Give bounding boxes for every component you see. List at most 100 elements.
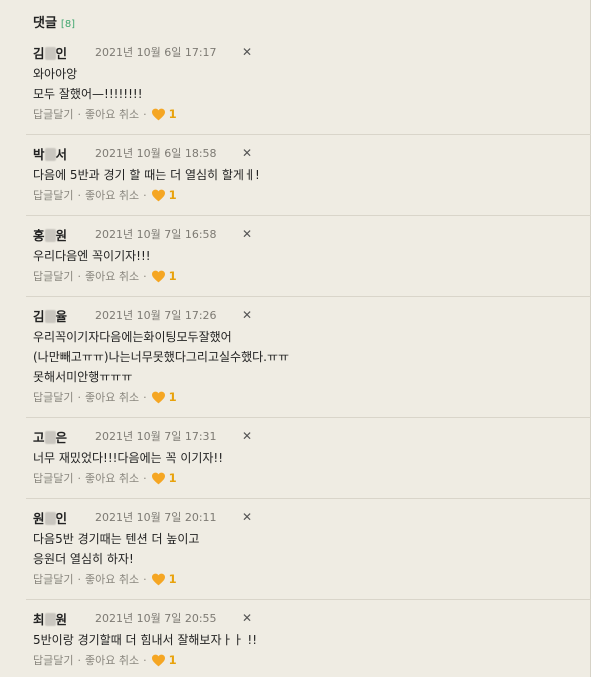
delete-comment-button[interactable]: ✕: [242, 429, 252, 443]
comment-timestamp: 2021년 10월 6일 18:58: [95, 147, 217, 160]
reply-button[interactable]: 답글달기: [33, 470, 73, 486]
redacted-name: [44, 46, 56, 60]
comment-actions: 답글달기 · 좋아요 취소 · 1: [33, 388, 586, 406]
delete-comment-button[interactable]: ✕: [242, 308, 252, 322]
heart-icon: [151, 573, 165, 585]
like-count: 1: [168, 471, 177, 485]
comment-header: 박 서 2021년 10월 6일 18:58 ✕: [33, 144, 586, 163]
reply-button[interactable]: 답글달기: [33, 268, 73, 284]
like-count: 1: [168, 188, 177, 202]
comment-timestamp: 2021년 10월 7일 17:26: [95, 309, 217, 322]
separator: ·: [77, 107, 81, 121]
reply-button[interactable]: 답글달기: [33, 389, 73, 405]
comment-actions: 답글달기 · 좋아요 취소 · 1: [33, 105, 586, 123]
separator: ·: [77, 390, 81, 404]
comment-timestamp: 2021년 10월 6일 17:17: [95, 46, 217, 59]
comment-item: 홍 원 2021년 10월 7일 16:58 ✕ 우리다음엔 꼭이기자!!! 답글달기 · 좋…: [33, 226, 586, 285]
heart-icon: [151, 108, 165, 120]
heart-icon: [151, 391, 165, 403]
separator: ·: [143, 471, 147, 485]
like-cancel-button[interactable]: 좋아요 취소: [85, 470, 139, 486]
comment-text: 우리다음엔 꼭이기자!!!: [33, 249, 151, 263]
comment-divider: [26, 599, 591, 600]
like-count: 1: [168, 107, 177, 121]
comment-text: 우리꼭이기자다음에는화이팅모두잘했어 (나만빼고ㅠㅠ)나는너무못했다그리고실수했…: [33, 330, 290, 384]
redacted-name: [44, 612, 56, 626]
comment-author[interactable]: 김인: [33, 43, 67, 62]
like-cancel-button[interactable]: 좋아요 취소: [85, 652, 139, 668]
comment-item: 고 은 2021년 10월 7일 17:31 ✕ 너무 재밌었다!!!다음에는 꼭 이기…: [33, 428, 586, 487]
like-count: 1: [168, 390, 177, 404]
delete-comment-button[interactable]: ✕: [242, 510, 252, 524]
separator: ·: [77, 653, 81, 667]
comment-header: 김 율 2021년 10월 7일 17:26 ✕: [33, 306, 586, 325]
comment-item: 원 인 2021년 10월 7일 20:11 ✕ 다음5반 경기때는 텐션 더 높이고 …: [33, 509, 586, 588]
comment-divider: [26, 215, 591, 216]
comment-author[interactable]: 홍원: [33, 225, 67, 244]
redacted-name: [44, 511, 56, 525]
comment-timestamp: 2021년 10월 7일 20:11: [95, 511, 217, 524]
separator: ·: [143, 269, 147, 283]
like-cancel-button[interactable]: 좋아요 취소: [85, 268, 139, 284]
comments-header: 댓글 [8]: [33, 12, 75, 31]
comment-timestamp: 2021년 10월 7일 20:55: [95, 612, 217, 625]
comment-author[interactable]: 최원: [33, 609, 67, 628]
comment-text: 다음5반 경기때는 텐션 더 높이고 응원더 열심히 하자!: [33, 532, 200, 566]
comment-actions: 답글달기 · 좋아요 취소 · 1: [33, 186, 586, 204]
heart-icon: [151, 472, 165, 484]
separator: ·: [77, 572, 81, 586]
comment-header: 원 인 2021년 10월 7일 20:11 ✕: [33, 508, 586, 527]
comment-item: 김 율 2021년 10월 7일 17:26 ✕ 우리꼭이기자다음에는화이팅모두잘했어 …: [33, 307, 586, 406]
reply-button[interactable]: 답글달기: [33, 106, 73, 122]
comment-timestamp: 2021년 10월 7일 16:58: [95, 228, 217, 241]
redacted-name: [44, 309, 56, 323]
delete-comment-button[interactable]: ✕: [242, 146, 252, 160]
comment-item: 김 인 2021년 10월 6일 17:17 ✕ 와아아앙 모두 잘했어—!!!!!!!…: [33, 44, 586, 123]
like-cancel-button[interactable]: 좋아요 취소: [85, 187, 139, 203]
reply-button[interactable]: 답글달기: [33, 187, 73, 203]
redacted-name: [44, 228, 56, 242]
redacted-name: [44, 147, 56, 161]
delete-comment-button[interactable]: ✕: [242, 611, 252, 625]
comment-divider: [26, 417, 591, 418]
comment-count: [8]: [60, 19, 76, 30]
separator: ·: [143, 188, 147, 202]
comment-item: 박 서 2021년 10월 6일 18:58 ✕ 다음에 5반과 경기 할 때는 더 열…: [33, 145, 586, 204]
heart-icon: [151, 654, 165, 666]
comment-actions: 답글달기 · 좋아요 취소 · 1: [33, 469, 586, 487]
comment-author[interactable]: 원인: [33, 508, 67, 527]
separator: ·: [143, 572, 147, 586]
comment-header: 고 은 2021년 10월 7일 17:31 ✕: [33, 427, 586, 446]
like-count: 1: [168, 653, 177, 667]
heart-icon: [151, 270, 165, 282]
reply-button[interactable]: 답글달기: [33, 571, 73, 587]
like-cancel-button[interactable]: 좋아요 취소: [85, 106, 139, 122]
delete-comment-button[interactable]: ✕: [242, 45, 252, 59]
comment-author[interactable]: 고은: [33, 427, 67, 446]
like-cancel-button[interactable]: 좋아요 취소: [85, 389, 139, 405]
comment-text: 다음에 5반과 경기 할 때는 더 열심히 할게ㅔ!: [33, 168, 260, 182]
comments-title: 댓글: [33, 16, 57, 31]
comment-panel: 댓글 [8] 김 인 2021년 10월 6일 17:17 ✕ 와아아앙 모두 잘했어—…: [0, 0, 591, 677]
comment-header: 홍 원 2021년 10월 7일 16:58 ✕: [33, 225, 586, 244]
like-count: 1: [168, 572, 177, 586]
comment-divider: [26, 296, 591, 297]
like-count: 1: [168, 269, 177, 283]
comment-actions: 답글달기 · 좋아요 취소 · 1: [33, 651, 586, 669]
like-cancel-button[interactable]: 좋아요 취소: [85, 571, 139, 587]
separator: ·: [77, 471, 81, 485]
comment-author[interactable]: 김율: [33, 306, 67, 325]
separator: ·: [143, 653, 147, 667]
comment-author[interactable]: 박서: [33, 144, 67, 163]
comment-header: 최 원 2021년 10월 7일 20:55 ✕: [33, 609, 586, 628]
redacted-name: [44, 430, 56, 444]
comment-text: 5반이랑 경기할때 더 힘내서 잘해보자ㅏㅏ !!: [33, 633, 258, 647]
reply-button[interactable]: 답글달기: [33, 652, 73, 668]
comment-text: 와아아앙 모두 잘했어—!!!!!!!!: [33, 67, 143, 101]
separator: ·: [77, 269, 81, 283]
delete-comment-button[interactable]: ✕: [242, 227, 252, 241]
separator: ·: [77, 188, 81, 202]
separator: ·: [143, 107, 147, 121]
comment-divider: [26, 498, 591, 499]
separator: ·: [143, 390, 147, 404]
